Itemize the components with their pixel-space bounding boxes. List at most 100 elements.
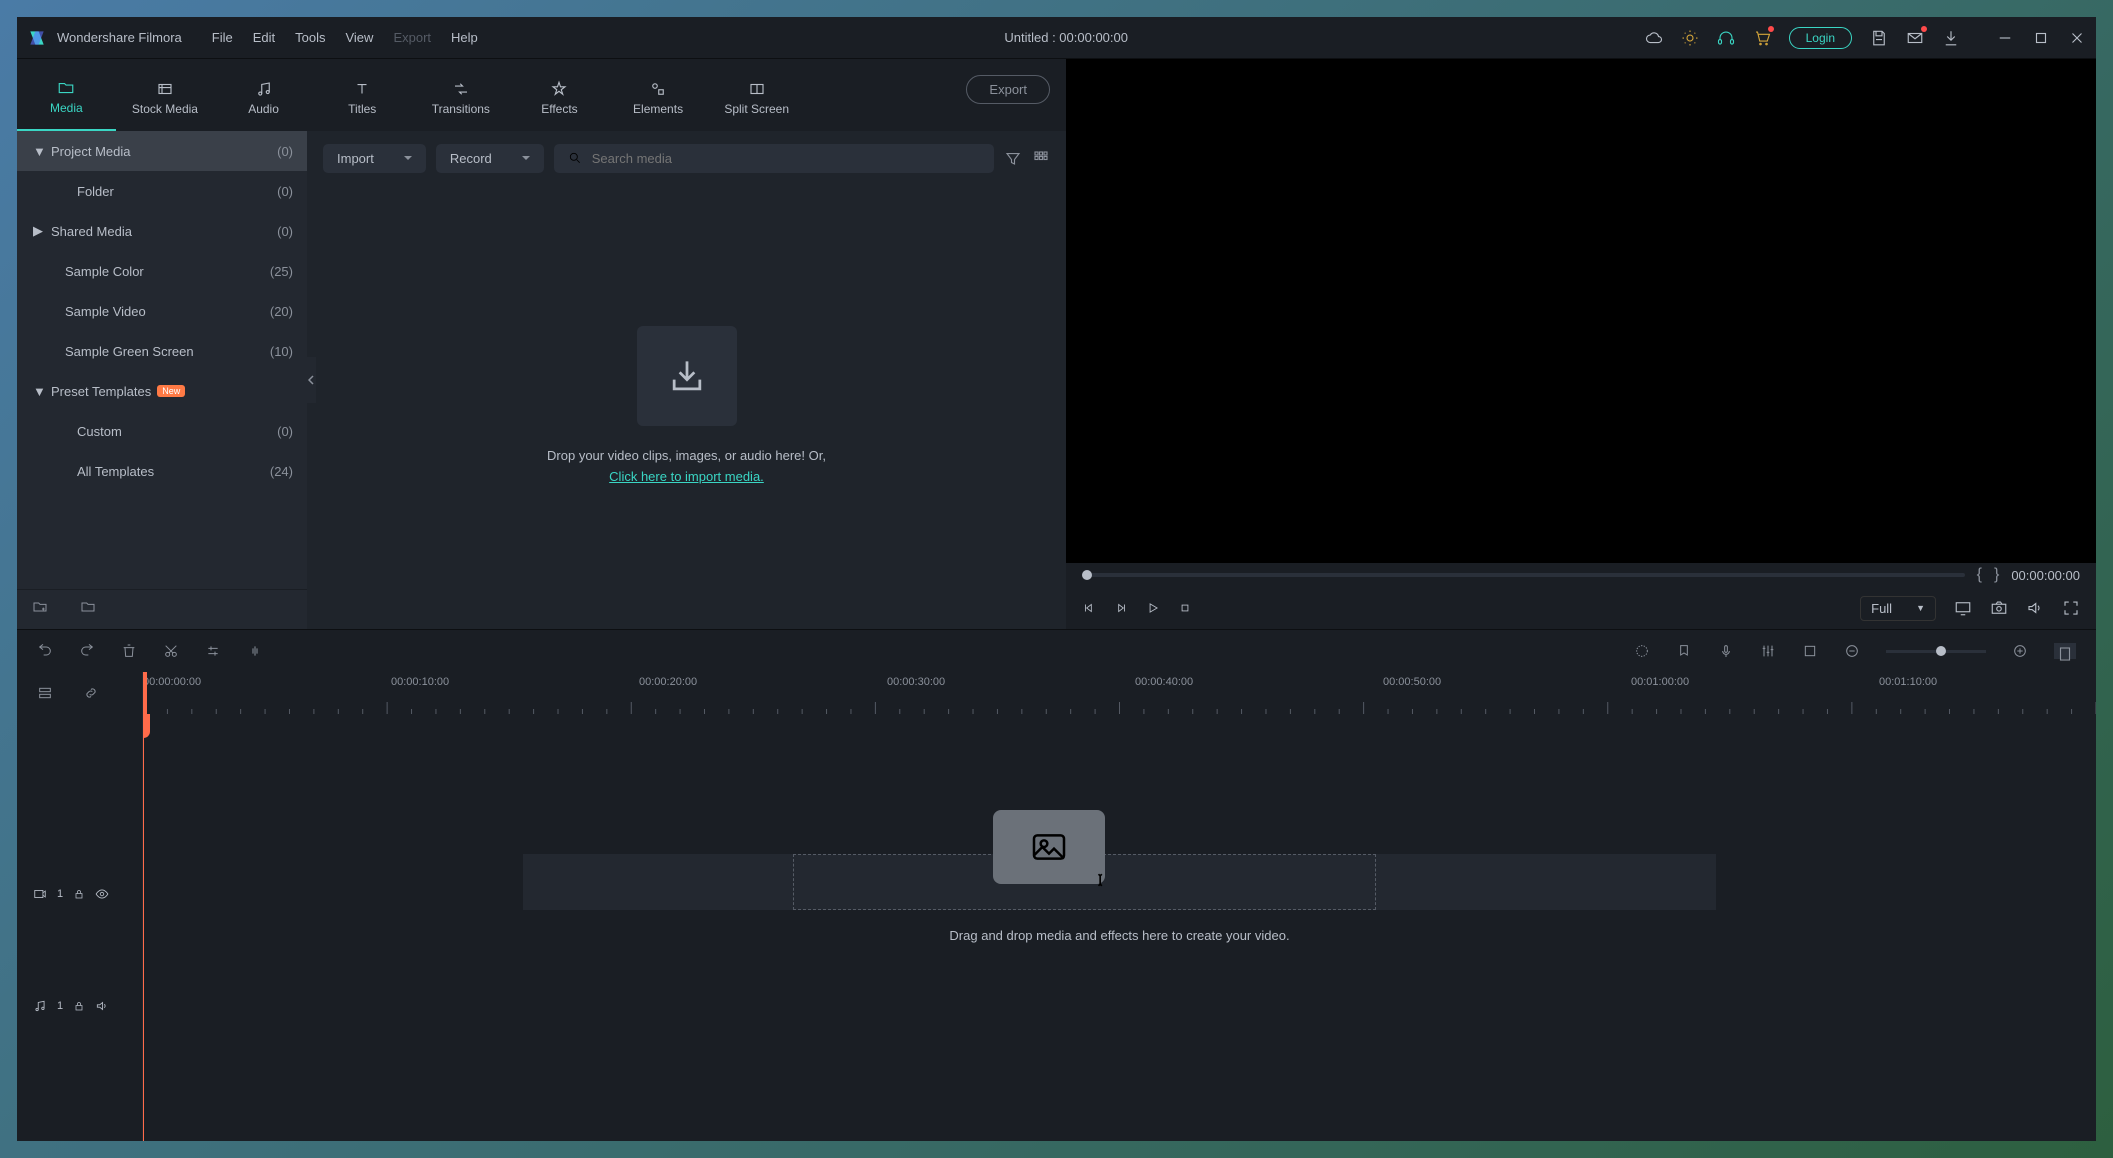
mixer-icon[interactable] <box>1760 643 1776 659</box>
undo-icon[interactable] <box>37 643 53 659</box>
menu-file[interactable]: File <box>202 30 243 45</box>
stop-icon[interactable] <box>1178 601 1192 615</box>
cart-icon[interactable] <box>1753 29 1771 47</box>
tree-custom[interactable]: Custom(0) <box>17 411 307 451</box>
timeline-ruler[interactable]: 00:00:00:0000:00:10:0000:00:20:0000:00:3… <box>143 672 2096 714</box>
play-icon[interactable] <box>1146 601 1160 615</box>
save-icon[interactable] <box>1870 29 1888 47</box>
folder-icon[interactable] <box>79 599 97 620</box>
tab-label: Stock Media <box>132 102 198 116</box>
fullscreen-icon[interactable] <box>2062 599 2080 617</box>
import-link[interactable]: Click here to import media. <box>609 469 764 484</box>
link-icon[interactable] <box>83 685 99 701</box>
tree-all-templates[interactable]: All Templates(24) <box>17 451 307 491</box>
media-tree: ▼Project Media(0) Folder(0) ▶Shared Medi… <box>17 131 307 589</box>
cloud-icon[interactable] <box>1645 29 1663 47</box>
tab-stock-media[interactable]: Stock Media <box>116 65 215 131</box>
tab-media[interactable]: Media <box>17 65 116 131</box>
tree-folder[interactable]: Folder(0) <box>17 171 307 211</box>
grid-view-icon[interactable] <box>1032 149 1050 167</box>
filmora-logo-icon <box>27 28 47 48</box>
media-placeholder-icon <box>993 810 1105 884</box>
zoom-slider[interactable] <box>1886 650 1986 653</box>
login-button[interactable]: Login <box>1789 27 1852 49</box>
tree-shared-media[interactable]: ▶Shared Media(0) <box>17 211 307 251</box>
mail-icon[interactable] <box>1906 29 1924 47</box>
mark-out-icon[interactable]: } <box>1994 566 1999 584</box>
tab-label: Transitions <box>432 102 490 116</box>
drop-hint-text: Drop your video clips, images, or audio … <box>547 446 826 467</box>
tree-sample-video[interactable]: Sample Video(20) <box>17 291 307 331</box>
ruler-label: 00:00:00:00 <box>143 676 201 688</box>
zoom-in-icon[interactable] <box>2012 643 2028 659</box>
adjust-icon[interactable] <box>205 643 221 659</box>
tree-preset-templates[interactable]: ▼Preset TemplatesNew <box>17 371 307 411</box>
timeline-tracks[interactable]: 00:00:00:0000:00:10:0000:00:20:0000:00:3… <box>143 672 2096 1141</box>
preview-scrubber[interactable] <box>1082 573 1965 577</box>
import-dropdown[interactable]: Import <box>323 144 426 173</box>
search-box[interactable] <box>554 144 994 173</box>
preview-quality-dropdown[interactable]: Full▼ <box>1860 596 1936 621</box>
zoom-fit-icon[interactable] <box>2054 643 2076 659</box>
import-icon <box>637 326 737 426</box>
zoom-out-icon[interactable] <box>1844 643 1860 659</box>
mute-icon[interactable] <box>95 999 109 1013</box>
menu-view[interactable]: View <box>335 30 383 45</box>
menu-edit[interactable]: Edit <box>243 30 285 45</box>
mark-in-icon[interactable]: { <box>1977 566 1982 584</box>
ruler-label: 00:01:10:00 <box>1879 676 1937 688</box>
marker-icon[interactable] <box>1676 643 1692 659</box>
headphones-icon[interactable] <box>1717 29 1735 47</box>
preview-panel: { } 00:00:00:00 Full▼ <box>1066 59 2096 629</box>
tab-label: Audio <box>248 102 279 116</box>
tab-audio[interactable]: Audio <box>214 65 313 131</box>
ruler-label: 00:00:50:00 <box>1383 676 1441 688</box>
export-button[interactable]: Export <box>966 75 1050 104</box>
sun-icon[interactable] <box>1681 29 1699 47</box>
close-icon[interactable] <box>2068 29 2086 47</box>
tab-titles[interactable]: Titles <box>313 65 412 131</box>
audio-edit-icon[interactable] <box>247 643 263 659</box>
tab-effects[interactable]: Effects <box>510 65 609 131</box>
tab-elements[interactable]: Elements <box>609 65 708 131</box>
menu-export[interactable]: Export <box>383 30 441 45</box>
volume-icon[interactable] <box>2026 599 2044 617</box>
tab-transitions[interactable]: Transitions <box>412 65 511 131</box>
app-window: Wondershare Filmora File Edit Tools View… <box>17 17 2096 1141</box>
prev-frame-icon[interactable] <box>1082 601 1096 615</box>
document-title: Untitled : 00:00:00:00 <box>488 30 1645 45</box>
manage-tracks-icon[interactable] <box>37 685 53 701</box>
redo-icon[interactable] <box>79 643 95 659</box>
ruler-label: 00:00:20:00 <box>639 676 697 688</box>
timeline-drop-slot[interactable] <box>523 854 1716 910</box>
display-icon[interactable] <box>1954 599 1972 617</box>
collapse-handle[interactable] <box>306 357 316 403</box>
tree-sample-color[interactable]: Sample Color(25) <box>17 251 307 291</box>
video-track-header[interactable]: 1 <box>17 866 142 922</box>
voiceover-icon[interactable] <box>1718 643 1734 659</box>
minimize-icon[interactable] <box>1996 29 2014 47</box>
delete-icon[interactable] <box>121 643 137 659</box>
record-dropdown[interactable]: Record <box>436 144 544 173</box>
search-input[interactable] <box>592 151 980 166</box>
tab-split-screen[interactable]: Split Screen <box>707 65 806 131</box>
visibility-icon[interactable] <box>95 887 109 901</box>
audio-track-header[interactable]: 1 <box>17 978 142 1034</box>
menu-help[interactable]: Help <box>441 30 488 45</box>
lock-icon[interactable] <box>73 1000 85 1012</box>
snapshot-icon[interactable] <box>1990 599 2008 617</box>
media-drop-zone[interactable]: Drop your video clips, images, or audio … <box>307 185 1066 629</box>
render-icon[interactable] <box>1634 643 1650 659</box>
tree-project-media[interactable]: ▼Project Media(0) <box>17 131 307 171</box>
download-icon[interactable] <box>1942 29 1960 47</box>
crop-icon[interactable] <box>1802 643 1818 659</box>
filter-icon[interactable] <box>1004 149 1022 167</box>
menu-tools[interactable]: Tools <box>285 30 335 45</box>
new-folder-icon[interactable] <box>31 599 49 620</box>
next-frame-icon[interactable] <box>1114 601 1128 615</box>
cut-icon[interactable] <box>163 643 179 659</box>
tree-sample-green[interactable]: Sample Green Screen(10) <box>17 331 307 371</box>
tab-label: Elements <box>633 102 683 116</box>
maximize-icon[interactable] <box>2032 29 2050 47</box>
lock-icon[interactable] <box>73 888 85 900</box>
